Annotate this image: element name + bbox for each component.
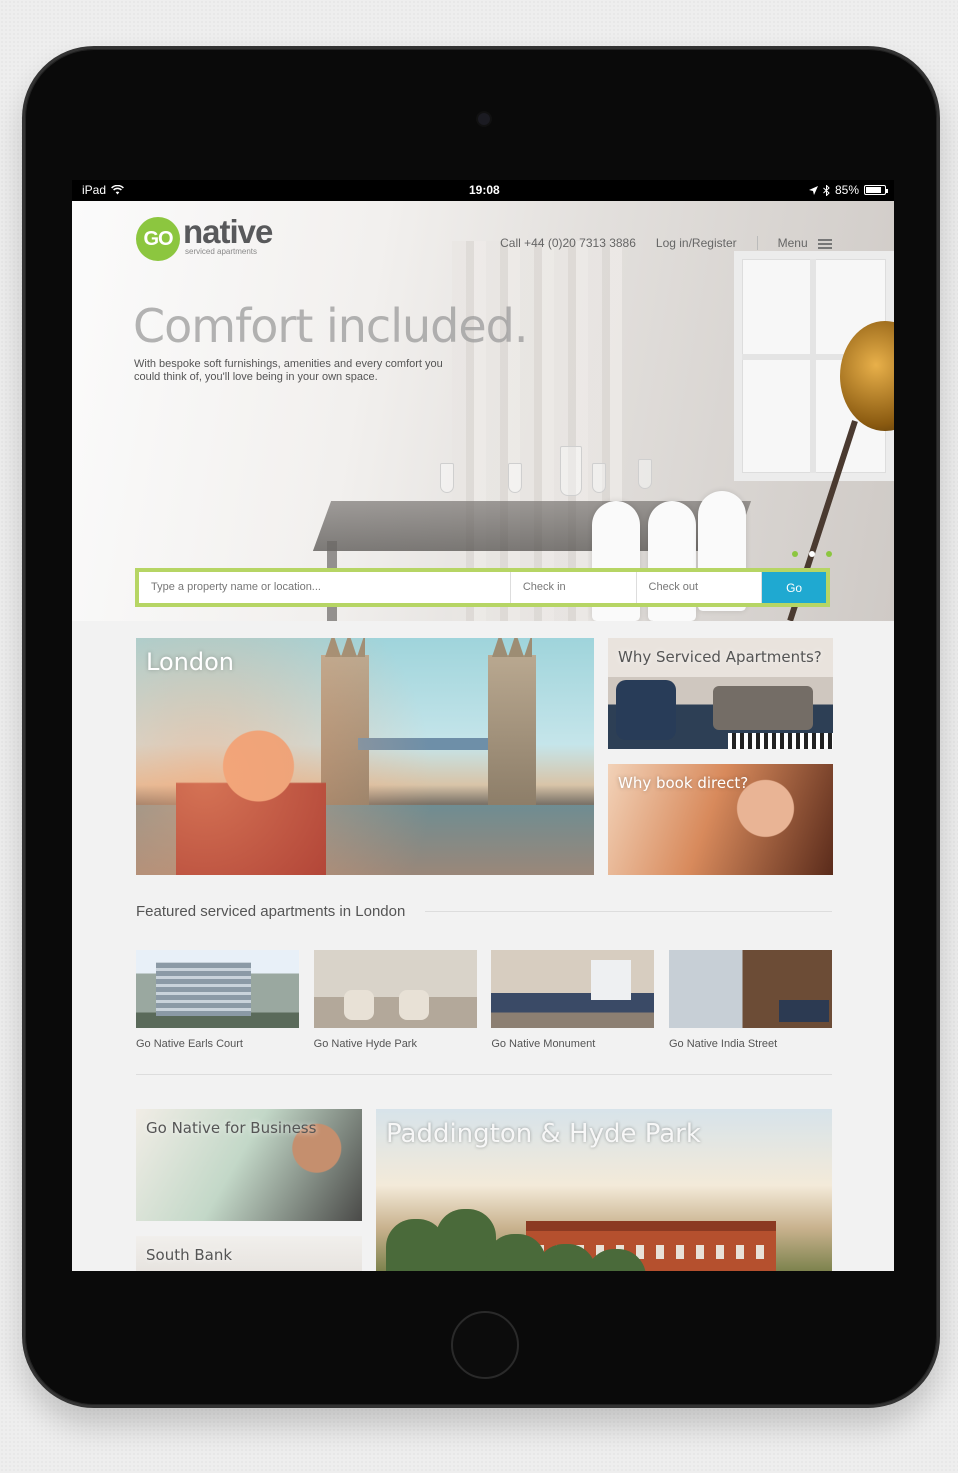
divider <box>425 911 832 912</box>
screen: iPad 19:08 85% GO native serviced apartm… <box>72 180 894 1271</box>
menu-label: Menu <box>777 236 808 250</box>
hero-banner: GO native serviced apartments Call +44 (… <box>72 201 894 621</box>
business-label: Go Native for Business <box>146 1119 317 1137</box>
why-serviced-tile[interactable]: Why Serviced Apartments? <box>608 638 833 749</box>
search-bar: Type a property name or location... Chec… <box>135 568 830 607</box>
paddington-tile[interactable]: Paddington & Hyde Park <box>376 1109 832 1271</box>
wifi-icon <box>111 185 124 195</box>
property-card[interactable]: Go Native India Street <box>668 950 832 1050</box>
battery-percent: 85% <box>834 183 859 197</box>
hamburger-icon <box>818 237 832 251</box>
property-image <box>136 950 299 1028</box>
clock: 19:08 <box>469 183 500 197</box>
property-card[interactable]: Go Native Hyde Park <box>313 950 477 1050</box>
paddington-label: Paddington & Hyde Park <box>386 1119 701 1149</box>
top-nav: Call +44 (0)20 7313 3886 Log in/Register… <box>480 236 832 251</box>
property-name: Go Native Earls Court <box>136 1038 243 1050</box>
checkout-field[interactable]: Check out <box>636 572 763 603</box>
featured-title: Featured serviced apartments in London <box>136 903 406 920</box>
search-input[interactable]: Type a property name or location... <box>139 572 511 603</box>
nav-divider <box>756 236 758 251</box>
device-name: iPad <box>82 183 107 197</box>
slider-dot[interactable] <box>792 551 798 557</box>
logo-badge: GO <box>136 217 180 261</box>
hero-title: Comfort included. <box>133 299 528 353</box>
bluetooth-icon <box>823 184 830 196</box>
slider-dots <box>792 551 832 557</box>
slider-dot[interactable] <box>809 551 815 557</box>
checkin-field[interactable]: Check in <box>510 572 637 603</box>
property-name: Go Native Monument <box>491 1038 596 1050</box>
home-button[interactable] <box>451 1311 519 1379</box>
why-direct-label: Why book direct? <box>618 774 749 792</box>
property-image <box>491 950 655 1028</box>
hero-subtitle: With bespoke soft furnishings, amenities… <box>134 358 443 383</box>
why-direct-tile[interactable]: Why book direct? <box>608 764 833 875</box>
menu-button[interactable]: Menu <box>778 236 832 251</box>
property-card[interactable]: Go Native Monument <box>491 950 655 1050</box>
property-image <box>668 950 832 1028</box>
battery-icon <box>864 185 888 195</box>
why-serviced-label: Why Serviced Apartments? <box>618 648 822 666</box>
property-card[interactable]: Go Native Earls Court <box>136 950 299 1050</box>
logo[interactable]: GO native serviced apartments <box>136 213 273 261</box>
featured-header: Featured serviced apartments in London <box>136 903 832 920</box>
go-button[interactable]: Go <box>762 572 826 603</box>
logo-wordmark: native <box>183 213 273 250</box>
london-label: London <box>146 648 234 676</box>
phone-link[interactable]: Call +44 (0)20 7313 3886 <box>500 236 636 250</box>
login-link[interactable]: Log in/Register <box>656 236 737 250</box>
featured-list: Go Native Earls Court Go Native Hyde Par… <box>136 950 832 1050</box>
london-tile[interactable]: London <box>136 638 594 875</box>
property-name: Go Native India Street <box>668 1038 778 1050</box>
camera-icon <box>476 111 492 127</box>
slider-dot[interactable] <box>826 551 832 557</box>
section-divider <box>136 1074 832 1075</box>
business-tile[interactable]: Go Native for Business <box>136 1109 362 1221</box>
property-name: Go Native Hyde Park <box>313 1038 417 1050</box>
south-bank-label: South Bank <box>146 1246 233 1264</box>
location-arrow-icon <box>808 185 818 195</box>
property-image <box>313 950 477 1028</box>
south-bank-tile[interactable]: South Bank <box>136 1236 362 1271</box>
status-bar: iPad 19:08 85% <box>72 180 894 201</box>
